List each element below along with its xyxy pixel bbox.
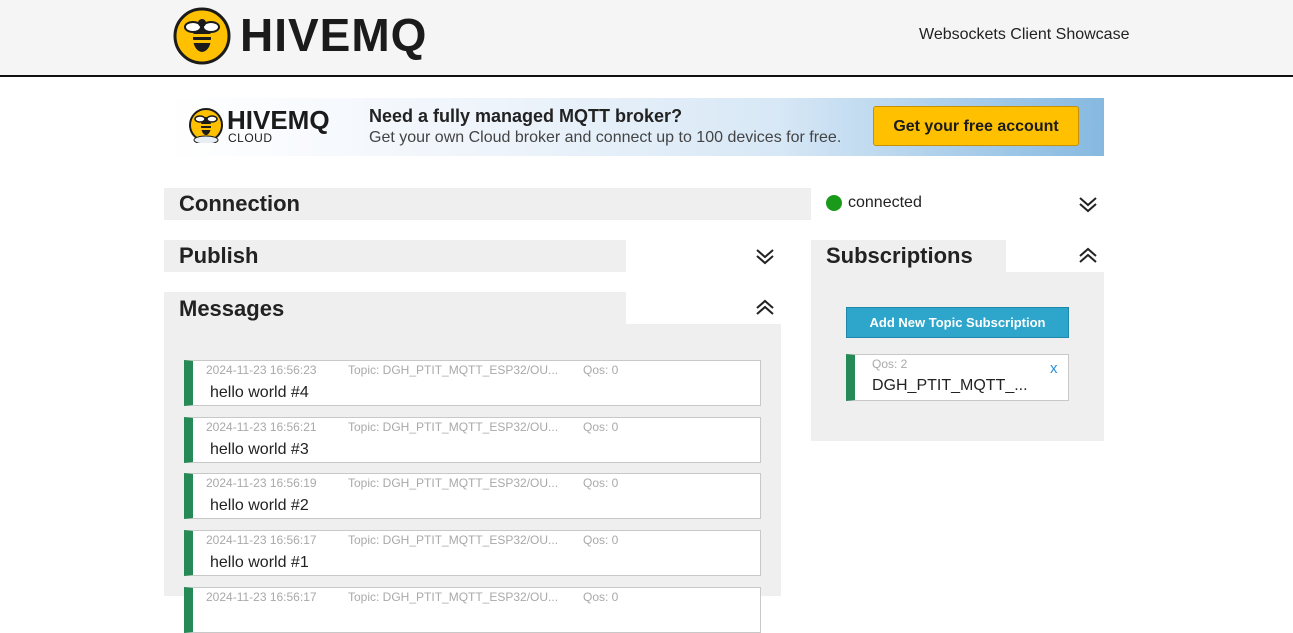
message-timestamp: 2024-11-23 16:56:23: [206, 363, 317, 377]
connection-section-header[interactable]: Connection: [164, 188, 811, 220]
messages-section-header[interactable]: Messages: [164, 292, 626, 325]
get-free-account-button[interactable]: Get your free account: [873, 106, 1079, 146]
subscription-item[interactable]: Qos: 2 DGH_PTIT_MQTT_... x: [846, 354, 1069, 401]
message-timestamp: 2024-11-23 16:56:17: [206, 533, 317, 547]
message-topic: Topic: DGH_PTIT_MQTT_ESP32/OU...: [348, 533, 559, 547]
brand-logo-text[interactable]: HIVEMQ: [240, 9, 427, 61]
connection-status-text: connected: [848, 194, 922, 211]
header-subtitle: Websockets Client Showcase: [919, 26, 1130, 43]
message-timestamp: 2024-11-23 16:56:17: [206, 590, 317, 604]
message-payload: hello world #4: [210, 384, 309, 401]
subscriptions-section-header[interactable]: Subscriptions: [811, 240, 1006, 272]
message-payload: hello world #3: [210, 441, 309, 458]
message-item[interactable]: 2024-11-23 16:56:21 Topic: DGH_PTIT_MQTT…: [184, 417, 761, 463]
message-payload: hello world #1: [210, 554, 309, 571]
message-item[interactable]: 2024-11-23 16:56:23 Topic: DGH_PTIT_MQTT…: [184, 360, 761, 406]
message-topic: Topic: DGH_PTIT_MQTT_ESP32/OU...: [348, 420, 559, 434]
message-qos: Qos: 0: [583, 533, 619, 547]
add-topic-subscription-button[interactable]: Add New Topic Subscription: [846, 307, 1069, 338]
unsubscribe-close-icon[interactable]: x: [1050, 360, 1058, 377]
subscriptions-panel: Add New Topic Subscription Qos: 2 DGH_PT…: [811, 271, 1104, 441]
message-qos: Qos: 0: [583, 363, 619, 377]
messages-list[interactable]: 2024-11-23 16:56:23 Topic: DGH_PTIT_MQTT…: [164, 324, 781, 633]
message-payload: hello world #2: [210, 497, 309, 514]
connection-status-dot: [826, 195, 842, 211]
message-qos: Qos: 0: [583, 590, 619, 604]
message-topic: Topic: DGH_PTIT_MQTT_ESP32/OU...: [348, 476, 559, 490]
message-topic: Topic: DGH_PTIT_MQTT_ESP32/OU...: [348, 363, 559, 377]
message-item[interactable]: 2024-11-23 16:56:17 Topic: DGH_PTIT_MQTT…: [184, 530, 761, 576]
message-timestamp: 2024-11-23 16:56:19: [206, 476, 317, 490]
banner-heading: Need a fully managed MQTT broker?: [369, 106, 683, 126]
banner-text: Get your own Cloud broker and connect up…: [369, 129, 842, 146]
chevron-double-down-icon[interactable]: [1077, 193, 1099, 215]
message-topic: Topic: DGH_PTIT_MQTT_ESP32/OU...: [348, 590, 559, 604]
message-qos: Qos: 0: [583, 476, 619, 490]
chevron-double-up-icon[interactable]: [1077, 245, 1099, 267]
banner-brand: HIVEMQ: [227, 105, 330, 135]
message-timestamp: 2024-11-23 16:56:21: [206, 420, 317, 434]
message-item[interactable]: 2024-11-23 16:56:19 Topic: DGH_PTIT_MQTT…: [184, 473, 761, 519]
chevron-double-up-icon[interactable]: [754, 297, 776, 319]
hivemq-cloud-bee-icon: [188, 107, 224, 145]
message-item[interactable]: 2024-11-23 16:56:17 Topic: DGH_PTIT_MQTT…: [184, 587, 761, 633]
publish-section-header[interactable]: Publish: [164, 240, 626, 272]
cloud-promo-banner: HIVEMQ CLOUD Need a fully managed MQTT b…: [164, 98, 1104, 156]
hivemq-bee-logo-icon[interactable]: [173, 7, 231, 65]
banner-brand-sub: CLOUD: [228, 131, 273, 145]
chevron-double-down-icon[interactable]: [754, 245, 776, 267]
subscription-qos: Qos: 2: [872, 357, 908, 371]
subscription-topic: DGH_PTIT_MQTT_...: [872, 377, 1028, 394]
message-qos: Qos: 0: [583, 420, 619, 434]
